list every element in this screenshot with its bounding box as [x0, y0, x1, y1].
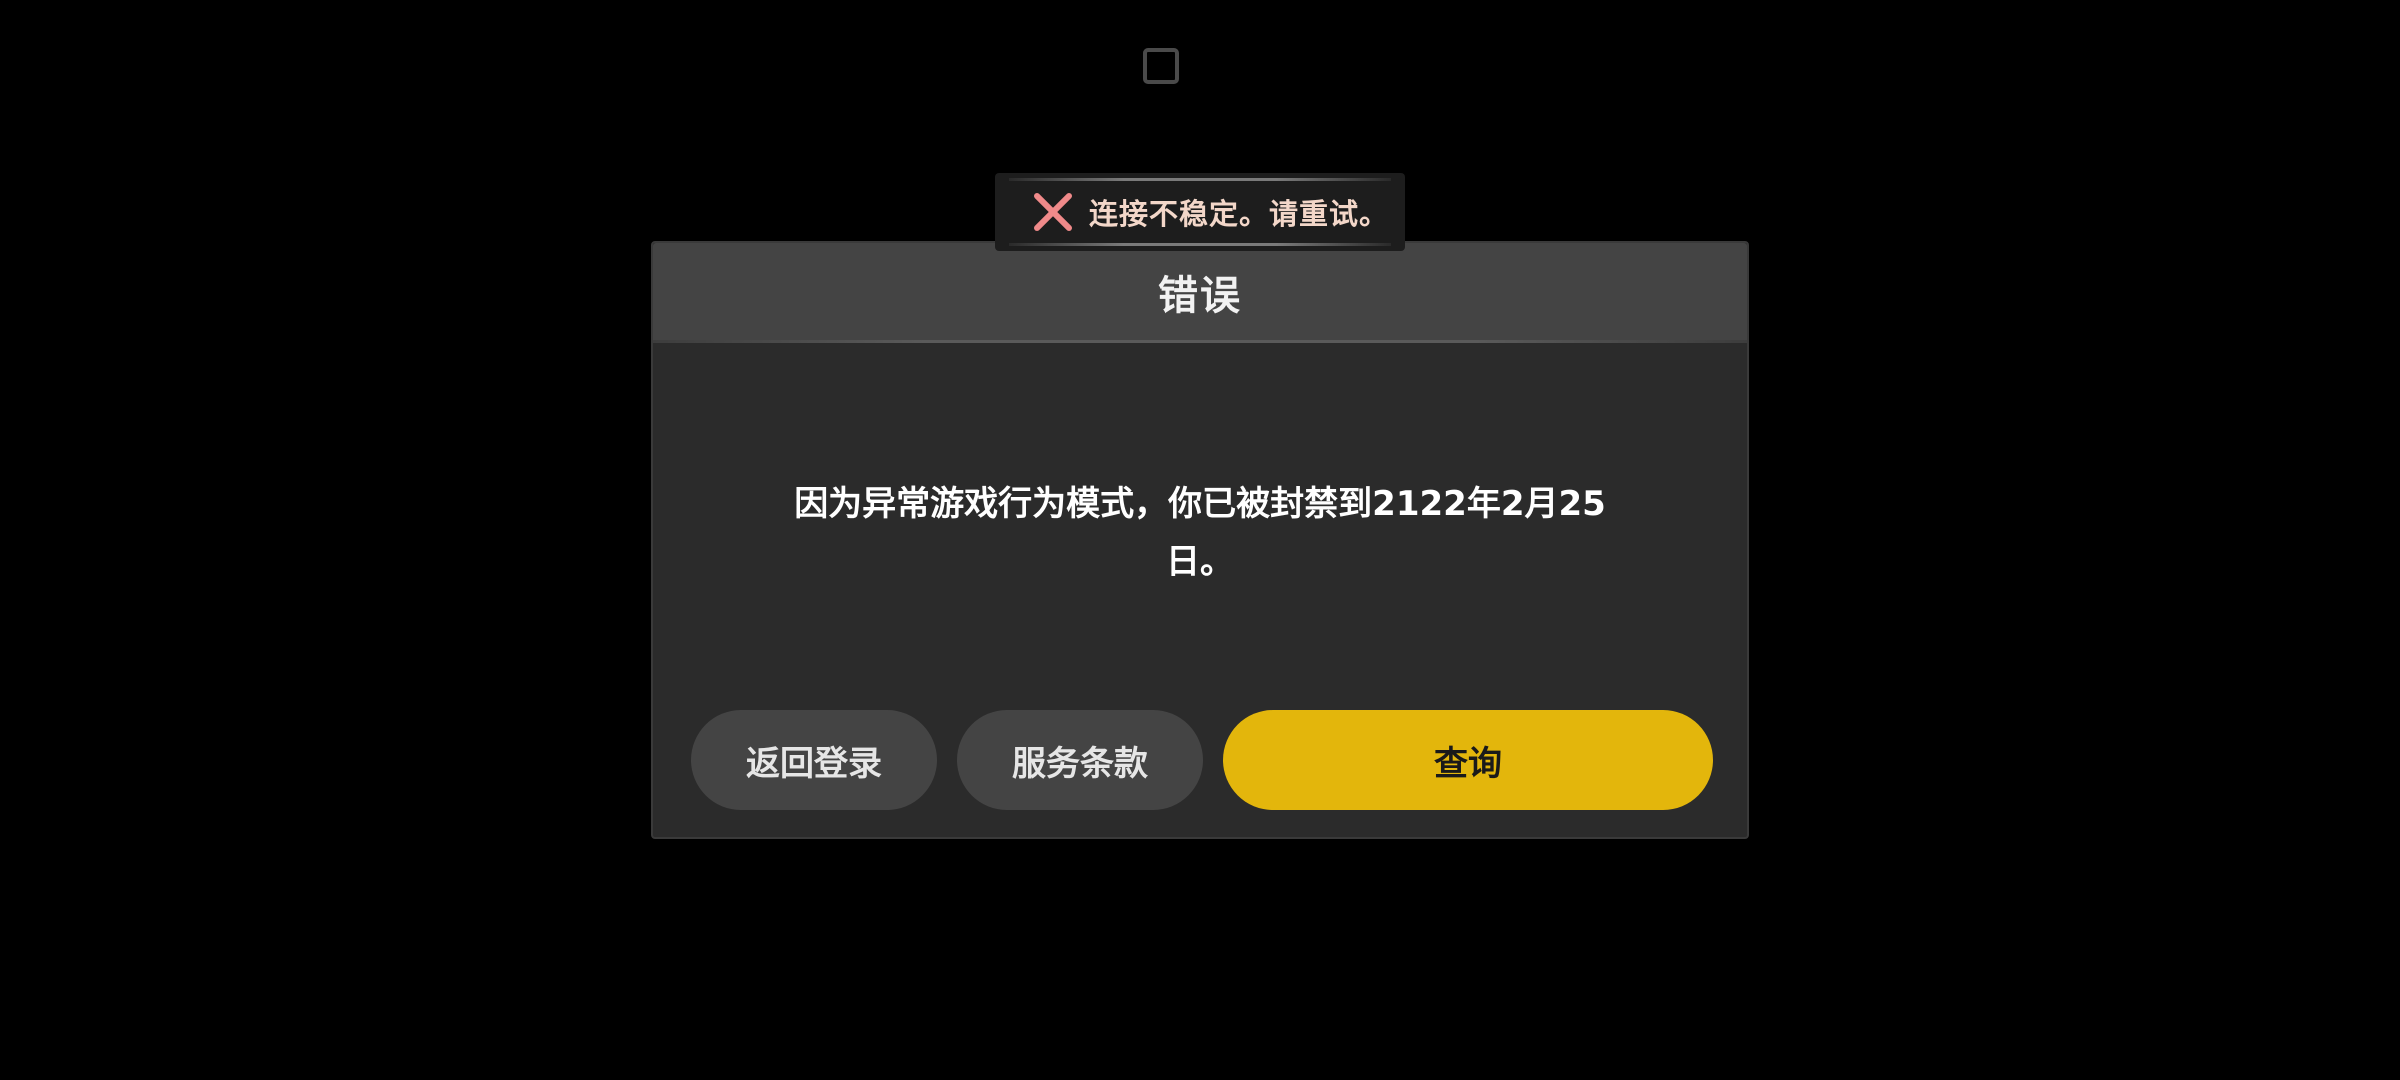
- game-screen: 错误 因为异常游戏行为模式，你已被封禁到2122年2月25日。 返回登录 服务条…: [0, 0, 2400, 1080]
- back-to-login-button[interactable]: 返回登录: [691, 710, 937, 810]
- toast-message: 连接不稳定。请重试。: [1089, 197, 1390, 231]
- dialog-header: 错误: [653, 243, 1747, 343]
- dialog-title: 错误: [1158, 273, 1242, 319]
- ban-message: 因为异常游戏行为模式，你已被封禁到2122年2月25日。: [794, 484, 1606, 582]
- terms-of-service-button[interactable]: 服务条款: [957, 710, 1203, 810]
- square-outline-icon: [1143, 48, 1179, 84]
- error-dialog: 错误 因为异常游戏行为模式，你已被封禁到2122年2月25日。 返回登录 服务条…: [651, 241, 1749, 839]
- query-button[interactable]: 查询: [1223, 710, 1713, 810]
- close-x-icon: [1033, 192, 1073, 232]
- connection-toast: 连接不稳定。请重试。: [995, 173, 1405, 251]
